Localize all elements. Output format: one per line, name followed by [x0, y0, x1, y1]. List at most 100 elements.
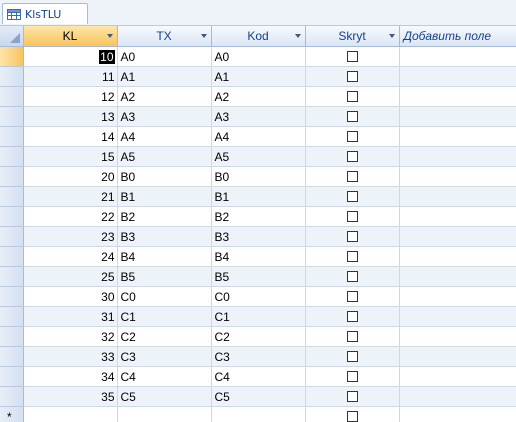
cell-tx[interactable]: B0: [117, 166, 212, 187]
cell-kl[interactable]: 24: [23, 246, 118, 267]
cell-tx[interactable]: C0: [117, 286, 212, 307]
row-selector[interactable]: [0, 346, 24, 367]
skryt-checkbox[interactable]: [346, 50, 358, 62]
cell-kod[interactable]: B4: [211, 246, 306, 267]
cell-add-field[interactable]: [399, 366, 516, 387]
row-selector[interactable]: [0, 106, 24, 127]
cell-tx[interactable]: B3: [117, 226, 212, 247]
cell-kl[interactable]: 25: [23, 266, 118, 287]
cell-kod[interactable]: A3: [211, 106, 306, 127]
chevron-down-icon[interactable]: [388, 34, 395, 38]
cell-kl[interactable]: 33: [23, 346, 118, 367]
cell-add-field[interactable]: [399, 46, 516, 67]
cell-kl[interactable]: 14: [23, 126, 118, 147]
row-selector[interactable]: [0, 246, 24, 267]
tab-klstlu[interactable]: KlsTLU: [2, 3, 88, 24]
row-selector[interactable]: [0, 86, 24, 107]
cell-kl[interactable]: 20: [23, 166, 118, 187]
cell-kl[interactable]: 34: [23, 366, 118, 387]
row-selector[interactable]: [0, 366, 24, 387]
cell-kod[interactable]: C0: [211, 286, 306, 307]
skryt-checkbox[interactable]: [346, 130, 358, 142]
cell-kl[interactable]: 21: [23, 186, 118, 207]
cell-kod[interactable]: [211, 406, 306, 422]
skryt-checkbox[interactable]: [346, 330, 358, 342]
cell-add-field[interactable]: [399, 206, 516, 227]
skryt-checkbox[interactable]: [346, 250, 358, 262]
cell-tx[interactable]: A4: [117, 126, 212, 147]
cell-kod[interactable]: B5: [211, 266, 306, 287]
cell-kl[interactable]: 32: [23, 326, 118, 347]
row-selector[interactable]: [0, 166, 24, 187]
cell-tx[interactable]: B5: [117, 266, 212, 287]
cell-tx[interactable]: C4: [117, 366, 212, 387]
cell-add-field[interactable]: [399, 326, 516, 347]
skryt-checkbox[interactable]: [346, 270, 358, 282]
cell-add-field[interactable]: [399, 226, 516, 247]
cell-kl[interactable]: 12: [23, 86, 118, 107]
skryt-checkbox[interactable]: [346, 170, 358, 182]
cell-kod[interactable]: B3: [211, 226, 306, 247]
cell-add-field[interactable]: [399, 306, 516, 327]
skryt-checkbox[interactable]: [346, 370, 358, 382]
row-selector-new[interactable]: *: [0, 406, 24, 422]
row-selector[interactable]: [0, 306, 24, 327]
skryt-checkbox[interactable]: [346, 210, 358, 222]
cell-add-field[interactable]: [399, 106, 516, 127]
skryt-checkbox[interactable]: [346, 390, 358, 402]
cell-add-field[interactable]: [399, 126, 516, 147]
row-selector[interactable]: [0, 46, 24, 67]
skryt-checkbox[interactable]: [346, 190, 358, 202]
select-all-corner[interactable]: [0, 26, 24, 47]
column-header-kl[interactable]: KL: [23, 26, 118, 47]
cell-tx[interactable]: B2: [117, 206, 212, 227]
skryt-checkbox[interactable]: [346, 310, 358, 322]
cell-tx[interactable]: A2: [117, 86, 212, 107]
cell-add-field[interactable]: [399, 386, 516, 407]
cell-add-field[interactable]: [399, 286, 516, 307]
cell-kl[interactable]: 22: [23, 206, 118, 227]
skryt-checkbox[interactable]: [346, 90, 358, 102]
cell-tx[interactable]: A5: [117, 146, 212, 167]
cell-kod[interactable]: C4: [211, 366, 306, 387]
skryt-checkbox[interactable]: [346, 290, 358, 302]
cell-tx[interactable]: B4: [117, 246, 212, 267]
cell-kl[interactable]: 23: [23, 226, 118, 247]
cell-add-field[interactable]: [399, 86, 516, 107]
row-selector[interactable]: [0, 126, 24, 147]
row-selector[interactable]: [0, 186, 24, 207]
cell-kl[interactable]: 10: [23, 46, 118, 67]
cell-tx[interactable]: A3: [117, 106, 212, 127]
cell-kod[interactable]: C1: [211, 306, 306, 327]
skryt-checkbox[interactable]: [346, 70, 358, 82]
row-selector[interactable]: [0, 226, 24, 247]
cell-kod[interactable]: C2: [211, 326, 306, 347]
cell-add-field[interactable]: [399, 346, 516, 367]
cell-add-field[interactable]: [399, 66, 516, 87]
cell-kod[interactable]: B2: [211, 206, 306, 227]
column-header-skryt[interactable]: Skryt: [305, 26, 400, 47]
row-selector[interactable]: [0, 206, 24, 227]
cell-tx[interactable]: C1: [117, 306, 212, 327]
row-selector[interactable]: [0, 286, 24, 307]
cell-tx[interactable]: [117, 406, 212, 422]
cell-tx[interactable]: B1: [117, 186, 212, 207]
cell-add-field[interactable]: [399, 266, 516, 287]
skryt-checkbox[interactable]: [346, 350, 358, 362]
cell-tx[interactable]: A1: [117, 66, 212, 87]
row-selector[interactable]: [0, 326, 24, 347]
cell-add-field[interactable]: [399, 166, 516, 187]
row-selector[interactable]: [0, 66, 24, 87]
skryt-checkbox[interactable]: [346, 410, 358, 422]
row-selector[interactable]: [0, 146, 24, 167]
add-field-header[interactable]: Добавить поле: [399, 26, 516, 47]
cell-add-field[interactable]: [399, 406, 516, 422]
cell-kl[interactable]: 35: [23, 386, 118, 407]
row-selector[interactable]: [0, 386, 24, 407]
cell-tx[interactable]: C3: [117, 346, 212, 367]
chevron-down-icon[interactable]: [294, 34, 301, 38]
skryt-checkbox[interactable]: [346, 230, 358, 242]
cell-kod[interactable]: C3: [211, 346, 306, 367]
skryt-checkbox[interactable]: [346, 150, 358, 162]
cell-kod[interactable]: A4: [211, 126, 306, 147]
